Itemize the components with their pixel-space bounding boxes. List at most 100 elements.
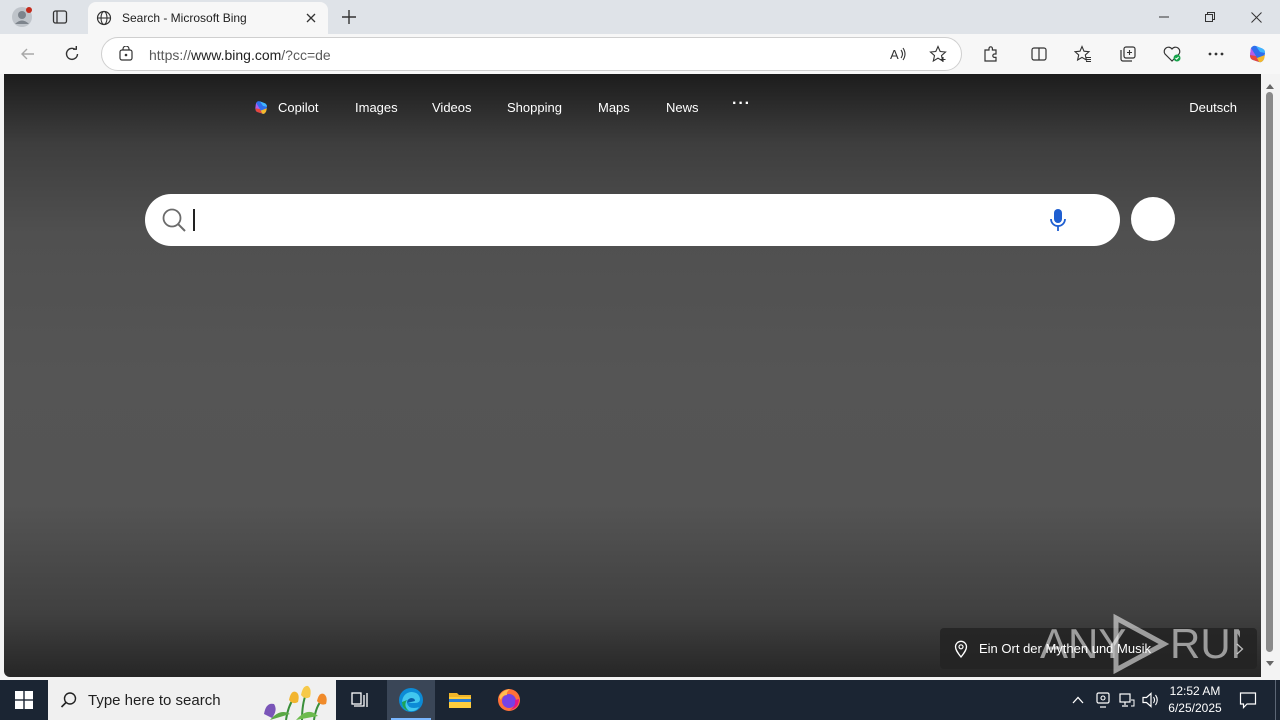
settings-more-button[interactable] <box>1201 39 1231 69</box>
back-arrow-icon <box>21 48 34 60</box>
bing-nav: Copilot Images Videos Shopping Maps News… <box>4 74 1261 144</box>
show-hidden-icons-button[interactable] <box>1068 680 1088 720</box>
tray-network[interactable] <box>1117 680 1137 720</box>
tab-actions-icon <box>52 10 68 24</box>
vertical-scrollbar[interactable] <box>1261 74 1280 677</box>
svg-text:RUN: RUN <box>1170 620 1240 667</box>
svg-text:ANY: ANY <box>1040 620 1126 667</box>
split-screen-icon <box>1031 47 1047 61</box>
tab-actions-button[interactable] <box>46 4 74 30</box>
site-info-lock-icon[interactable] <box>118 46 134 62</box>
favorite-star-icon[interactable] <box>929 45 947 63</box>
back-button[interactable] <box>13 39 43 69</box>
svg-text:A: A <box>890 47 899 62</box>
location-pin-icon <box>954 640 968 658</box>
url-path: /?cc=de <box>281 47 331 63</box>
task-view-icon <box>351 692 368 707</box>
show-desktop-button[interactable] <box>1275 680 1280 720</box>
split-screen-button[interactable] <box>1024 39 1054 69</box>
restore-icon <box>1205 12 1215 22</box>
address-bar[interactable]: https://www.bing.com/?cc=de A <box>101 37 962 71</box>
tulips-illustration-icon <box>264 685 327 720</box>
tray-volume[interactable] <box>1141 680 1161 720</box>
folder-icon <box>449 693 471 708</box>
close-icon <box>1250 11 1262 23</box>
taskbar-edge-app[interactable] <box>387 680 435 720</box>
favorites-button[interactable] <box>1068 39 1098 69</box>
window-close-button[interactable] <box>1233 0 1279 34</box>
search-icon <box>162 208 186 232</box>
refresh-button[interactable] <box>57 39 87 69</box>
taskbar-file-explorer[interactable] <box>436 680 484 720</box>
nav-news[interactable]: News <box>666 100 699 115</box>
nav-copilot[interactable]: Copilot <box>253 99 318 116</box>
new-tab-button[interactable] <box>336 4 362 30</box>
url-text: https://www.bing.com/?cc=de <box>149 47 331 63</box>
bing-page: Copilot Images Videos Shopping Maps News… <box>4 74 1261 677</box>
language-link[interactable]: Deutsch <box>1189 100 1237 115</box>
more-dots-icon <box>1208 52 1224 56</box>
nav-shopping[interactable]: Shopping <box>507 100 562 115</box>
scroll-thumb[interactable] <box>1266 92 1273 652</box>
minimize-button[interactable] <box>1141 0 1187 34</box>
url-host: www.bing.com <box>191 47 282 63</box>
start-button[interactable] <box>0 680 48 720</box>
restore-button[interactable] <box>1187 0 1233 34</box>
globe-icon <box>96 10 112 26</box>
tab-strip: Search - Microsoft Bing <box>0 0 1280 34</box>
profile-button[interactable] <box>8 4 36 30</box>
plus-icon <box>342 10 356 24</box>
clock-time: 12:52 AM <box>1169 684 1221 698</box>
nav-maps[interactable]: Maps <box>598 100 630 115</box>
taskbar-search-box[interactable]: Type here to search <box>48 680 336 720</box>
favorites-icon <box>1074 45 1091 62</box>
visual-search-button[interactable] <box>1131 197 1175 241</box>
active-tab[interactable]: Search - Microsoft Bing <box>88 2 328 34</box>
speaker-icon <box>1142 692 1158 708</box>
text-caret <box>193 209 195 231</box>
edge-icon <box>399 688 423 712</box>
tab-title: Search - Microsoft Bing <box>122 11 247 25</box>
windows-taskbar: Type here to search 12:52 AM 6/25/2025 <box>0 680 1280 720</box>
network-icon <box>1119 693 1135 707</box>
nav-images[interactable]: Images <box>355 100 398 115</box>
firefox-icon <box>498 689 520 711</box>
taskbar-search-placeholder: Type here to search <box>88 692 221 709</box>
tray-meet-now[interactable] <box>1093 680 1113 720</box>
taskbar-clock[interactable]: 12:52 AM 6/25/2025 <box>1160 683 1230 717</box>
copilot-icon <box>255 101 267 114</box>
taskbar-firefox[interactable] <box>485 680 533 720</box>
nav-more-button[interactable]: ··· <box>732 95 751 113</box>
url-prefix: https:// <box>149 47 192 63</box>
search-icon <box>60 692 77 708</box>
nav-videos[interactable]: Videos <box>432 100 472 115</box>
microphone-icon[interactable] <box>1048 207 1068 233</box>
copilot-sidebar-button[interactable] <box>1243 39 1273 69</box>
nav-copilot-label: Copilot <box>278 100 319 115</box>
refresh-icon <box>65 46 79 60</box>
task-view-button[interactable] <box>336 680 384 720</box>
device-icon <box>1096 692 1110 708</box>
search-box[interactable] <box>145 194 1120 246</box>
tab-close-button[interactable] <box>298 6 324 30</box>
notification-center-button[interactable] <box>1234 680 1262 720</box>
windows-logo-icon <box>15 691 33 709</box>
copilot-icon <box>1250 45 1265 63</box>
heart-pulse-icon <box>1163 46 1181 62</box>
scroll-down-arrow-icon[interactable] <box>1265 660 1275 668</box>
close-icon <box>306 13 316 23</box>
extensions-button[interactable] <box>976 39 1006 69</box>
clock-date: 6/25/2025 <box>1168 701 1222 715</box>
scroll-up-arrow-icon[interactable] <box>1265 82 1275 90</box>
chevron-up-icon <box>1072 696 1084 704</box>
collections-button[interactable] <box>1113 39 1143 69</box>
notification-icon <box>1239 692 1257 709</box>
minimize-icon <box>1159 16 1169 18</box>
profile-icon <box>12 7 32 27</box>
read-aloud-icon[interactable]: A <box>889 45 907 63</box>
browser-essentials-button[interactable] <box>1157 39 1187 69</box>
puzzle-icon <box>984 46 997 62</box>
collections-icon <box>1120 46 1136 62</box>
anyrun-watermark: ANY RUN <box>1040 613 1240 674</box>
browser-toolbar: https://www.bing.com/?cc=de A <box>0 34 1280 74</box>
